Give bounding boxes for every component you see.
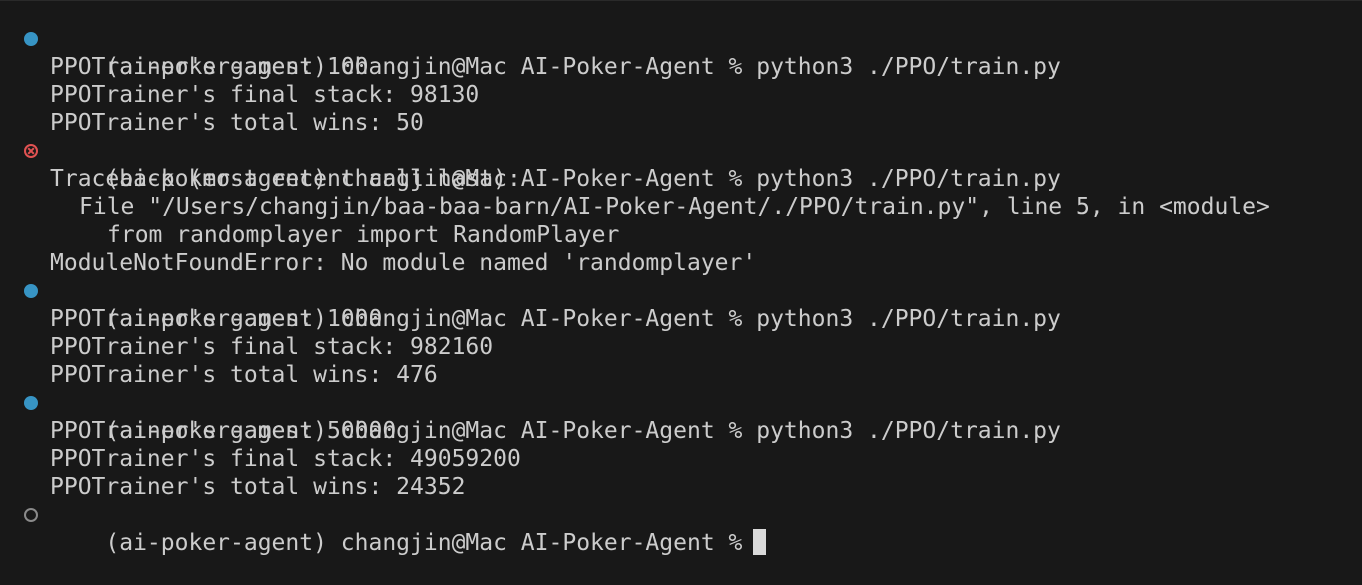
command-success-icon[interactable]: [24, 396, 38, 410]
output-line: PPOTrainer's games: 1000: [50, 306, 383, 332]
prompt-text: (ai-poker-agent) changjin@Mac AI-Poker-A…: [105, 530, 743, 556]
command-line: (ai-poker-agent) changjin@Mac AI-Poker-A…: [0, 137, 1362, 192]
output-line: PPOTrainer's total wins: 24352: [50, 474, 466, 500]
command-error-icon[interactable]: [24, 144, 38, 158]
output-line: PPOTrainer's final stack: 982160: [50, 334, 494, 360]
output-line: from randomplayer import RandomPlayer: [107, 222, 620, 248]
output-line: PPOTrainer's total wins: 50: [50, 110, 424, 136]
output-line: File "/Users/changjin/baa-baa-barn/AI-Po…: [79, 194, 1270, 220]
command-line: (ai-poker-agent) changjin@Mac AI-Poker-A…: [0, 389, 1362, 444]
output-line: PPOTrainer's final stack: 49059200: [50, 446, 521, 472]
output-line: ModuleNotFoundError: No module named 'ra…: [50, 250, 757, 276]
command-success-icon[interactable]: [24, 284, 38, 298]
command-line: (ai-poker-agent) changjin@Mac AI-Poker-A…: [0, 277, 1362, 332]
output-line: Traceback (most recent call last):: [50, 166, 521, 192]
text-cursor[interactable]: [753, 529, 767, 555]
command-success-icon[interactable]: [24, 32, 38, 46]
command-line: (ai-poker-agent) changjin@Mac AI-Poker-A…: [0, 25, 1362, 80]
output-line: PPOTrainer's games: 100: [50, 54, 369, 80]
output-line: PPOTrainer's total wins: 476: [50, 362, 438, 388]
output-line: PPOTrainer's games: 50000: [50, 418, 397, 444]
terminal-panel[interactable]: (ai-poker-agent) changjin@Mac AI-Poker-A…: [0, 0, 1362, 556]
command-pending-icon[interactable]: [24, 508, 38, 522]
output-line: PPOTrainer's final stack: 98130: [50, 82, 480, 108]
active-prompt-line[interactable]: (ai-poker-agent) changjin@Mac AI-Poker-A…: [0, 501, 1362, 556]
